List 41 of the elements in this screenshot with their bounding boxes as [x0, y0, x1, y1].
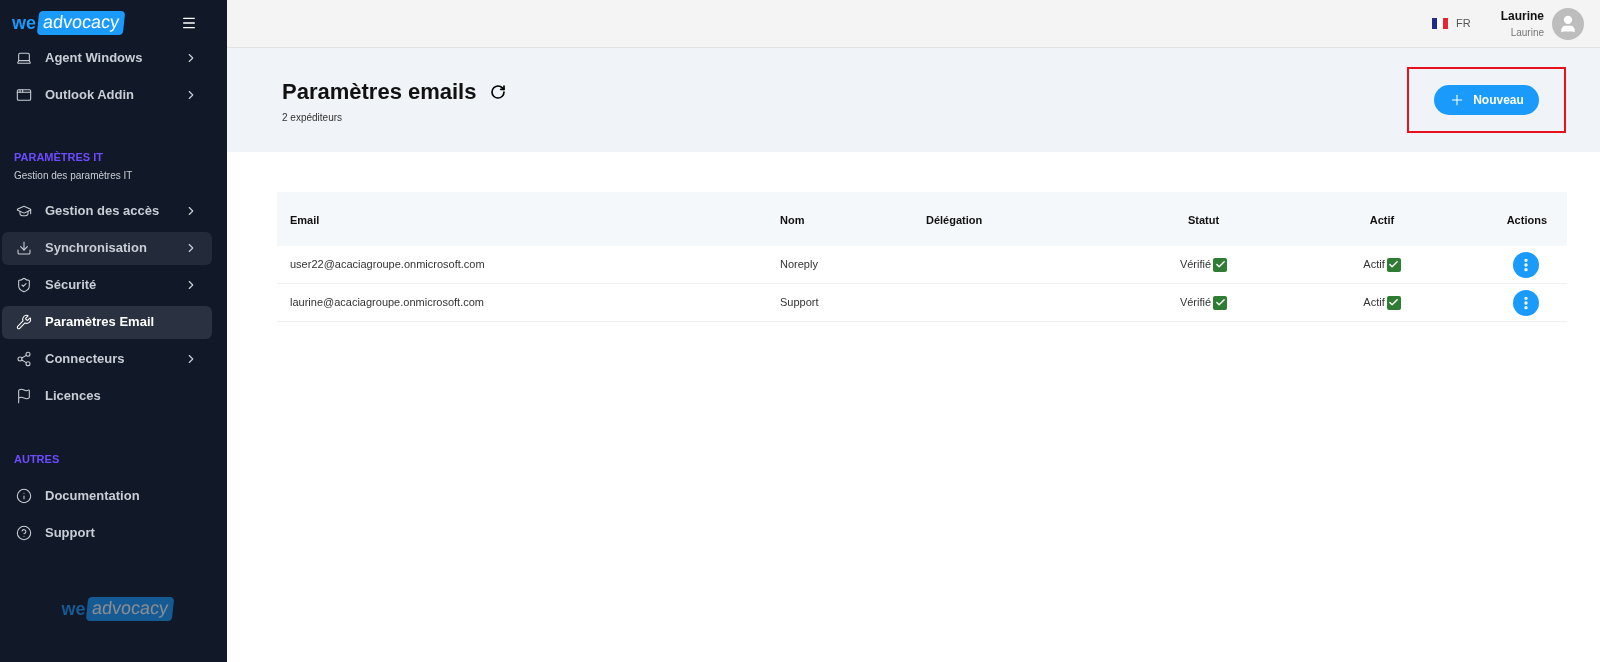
user-name: Laurine: [1500, 8, 1544, 25]
section-title: PARAMÈTRES IT: [13, 150, 105, 165]
share-icon: [16, 351, 32, 367]
page-title: Paramètres emails: [282, 78, 477, 106]
menu-button[interactable]: [181, 15, 197, 31]
sidebar-item[interactable]: Paramètres Email: [2, 305, 212, 339]
column-header: Actions: [1506, 214, 1547, 226]
logo: we advocacy: [61, 597, 174, 621]
more-button[interactable]: [1513, 251, 1539, 278]
info-icon: [16, 487, 32, 504]
shield-check-icon: [16, 277, 32, 293]
help-icon: [16, 524, 32, 541]
flag-icon: [1432, 18, 1448, 29]
table-cell: user22@acaciagroupe.onmicrosoft.com: [290, 258, 485, 271]
logo: we advocacy: [12, 11, 125, 35]
active-text: Actif: [1363, 295, 1385, 311]
column-header: Actif: [1369, 214, 1395, 226]
sidebar-item[interactable]: Synchronisation: [2, 231, 212, 265]
table-cell: Support: [780, 296, 819, 309]
more-button[interactable]: [1513, 289, 1539, 316]
page-subtitle: 2 expéditeurs: [282, 111, 344, 125]
user-subtitle: Laurine: [1510, 26, 1544, 40]
window-icon: [16, 86, 32, 103]
status-text: Vérifié: [1179, 257, 1212, 273]
refresh-icon[interactable]: [490, 83, 507, 100]
active-text: Actif: [1363, 257, 1385, 273]
column-header: Nom: [780, 214, 805, 226]
section-title: AUTRES: [13, 451, 61, 467]
status-text: Vérifié: [1179, 295, 1212, 311]
download-icon: [16, 240, 32, 256]
flag-icon: [16, 388, 32, 404]
table-cell: laurine@acaciagroupe.onmicrosoft.com: [290, 296, 484, 309]
column-header: Délégation: [926, 214, 983, 226]
wrench-icon: [16, 314, 32, 330]
table-cell: Noreply: [780, 258, 818, 271]
language-selector[interactable]: FR: [1432, 15, 1471, 32]
section-subtitle: Gestion des paramètres IT: [13, 168, 134, 183]
column-header: Email: [290, 214, 320, 226]
avatar[interactable]: [1552, 7, 1584, 40]
column-header: Statut: [1187, 214, 1220, 226]
graduation-cap-icon: [16, 203, 32, 219]
